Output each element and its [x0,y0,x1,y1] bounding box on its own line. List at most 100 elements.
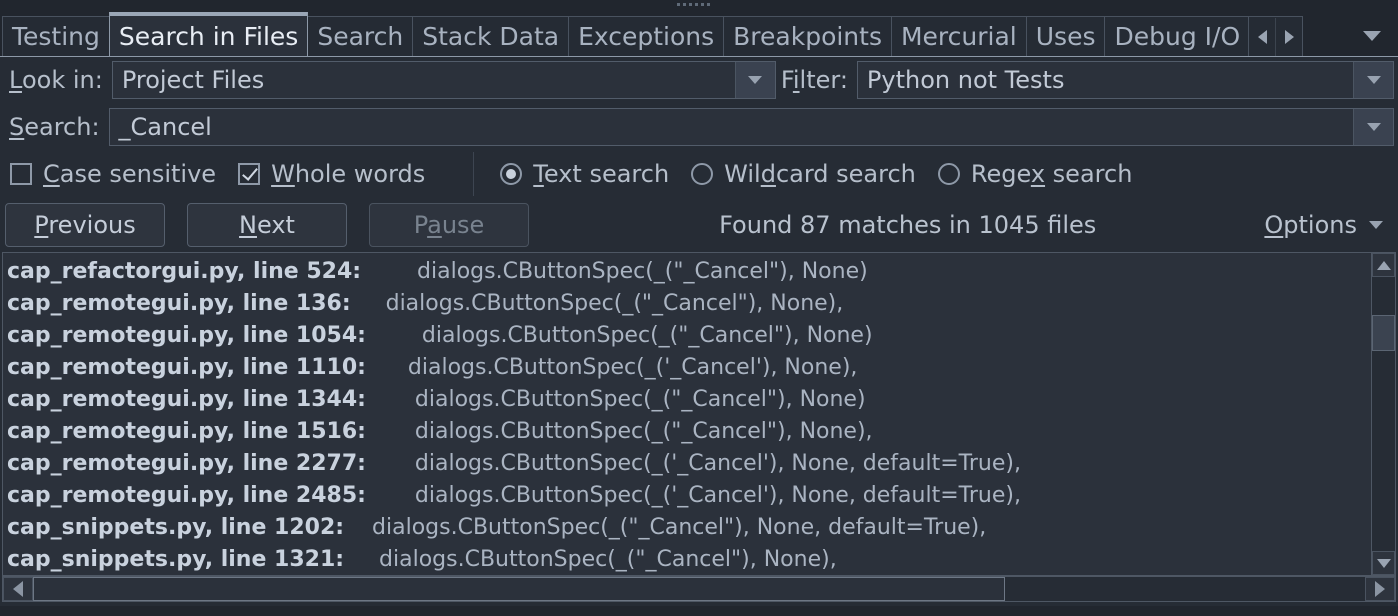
search-history-dropdown-button[interactable] [1353,108,1393,145]
scroll-down-button[interactable] [1372,551,1395,575]
tab-label: Debug I/O [1114,22,1241,51]
vertical-scroll-thumb[interactable] [1372,315,1395,351]
radio-text-search[interactable]: Text search [500,160,669,188]
mnemonic: W [271,160,295,188]
filter-label: Filter: [776,66,857,94]
drag-grip-icon[interactable] [677,3,721,8]
result-row[interactable]: cap_remotegui.py, line 1344: dialogs.CBu… [3,383,1371,415]
tab-scroll-left-button[interactable] [1249,18,1275,56]
result-code: dialogs.CButtonSpec(_("_Cancel"), None), [344,546,837,572]
result-row[interactable]: cap_snippets.py, line 1321: dialogs.CBut… [3,543,1371,575]
tab-label: Exceptions [578,22,715,51]
checkbox-icon [10,163,32,185]
button-label: Pause [414,211,485,239]
result-code: dialogs.CButtonSpec(_("_Cancel"), None) [361,258,868,284]
search-combobox[interactable]: _Cancel [108,107,1394,146]
filter-dropdown-button[interactable] [1353,62,1393,98]
mnemonic: a [427,211,442,239]
tab-list-menu-button[interactable] [1346,16,1398,56]
tab-breakpoints[interactable]: Breakpoints [723,16,892,56]
vertical-scroll-track[interactable] [1372,277,1395,551]
triangle-left-icon [13,581,23,597]
mnemonic: P [34,211,49,239]
mnemonic: d [760,160,776,188]
search-label: Search: [4,113,109,141]
mnemonic: C [43,160,60,188]
tab-label: Breakpoints [733,22,882,51]
tab-uses[interactable]: Uses [1025,16,1106,56]
tab-label: Search in Files [118,21,299,51]
scroll-left-button[interactable] [3,577,33,601]
radio-regex-search[interactable]: Regex search [937,160,1133,188]
filter-combobox[interactable]: Python not Tests [856,61,1394,99]
mnemonic: N [239,211,257,239]
look-in-dropdown-button[interactable] [734,62,775,98]
results-horizontal-scrollbar[interactable] [2,576,1396,602]
label-text: card search [775,160,916,188]
options-label: Options [1264,211,1357,239]
search-input[interactable]: _Cancel [110,113,1353,141]
results-area: cap_refactorgui.py, line 524: dialogs.CB… [2,252,1396,576]
result-file: cap_remotegui.py, line 2485: [7,482,366,508]
radio-wildcard-search[interactable]: Wildcard search [691,160,916,188]
tab-debug-io[interactable]: Debug I/O [1104,16,1251,56]
checkbox-group: Case sensitive Whole words [4,152,475,196]
radio-label: Regex search [971,160,1133,188]
result-row[interactable]: cap_remotegui.py, line 136: dialogs.CBut… [3,287,1371,319]
label-text: use [441,211,485,239]
tab-label: Testing [12,22,100,51]
tab-mercurial[interactable]: Mercurial [890,16,1027,56]
previous-button[interactable]: Previous [5,203,165,247]
result-code: dialogs.CButtonSpec(_('_Cancel'), None, … [365,450,1021,476]
chevron-down-icon [748,76,763,84]
label-text: F [780,66,793,94]
scroll-right-button[interactable] [1365,577,1395,601]
result-row[interactable]: cap_refactorgui.py, line 524: dialogs.CB… [3,255,1371,287]
tab-search-in-files[interactable]: Search in Files [108,12,309,56]
tab-testing[interactable]: Testing [2,16,110,56]
scroll-up-button[interactable] [1372,253,1395,277]
tab-scroll-controls [1248,16,1304,56]
result-row[interactable]: cap_remotegui.py, line 1054: dialogs.CBu… [3,319,1371,351]
result-file: cap_remotegui.py, line 136: [7,290,351,316]
tab-scroll-right-button[interactable] [1276,18,1302,56]
whole-words-checkbox[interactable]: Whole words [238,160,425,188]
result-file: cap_snippets.py, line 1202: [7,514,345,540]
look-in-value: Project Files [121,66,265,94]
result-code: dialogs.CButtonSpec(_("_Cancel"), None), [350,290,844,316]
horizontal-scroll-track[interactable] [33,577,1365,601]
result-file: cap_remotegui.py, line 1516: [7,418,366,444]
action-button-row: Previous Next Pause Found 87 matches in … [0,198,1398,252]
label-text: ase sensitive [59,160,217,188]
next-button[interactable]: Next [187,203,347,247]
result-row[interactable]: cap_remotegui.py, line 2277: dialogs.CBu… [3,447,1371,479]
horizontal-scroll-thumb[interactable] [33,577,1006,601]
search-status-text: Found 87 matches in 1045 files [719,211,1097,239]
label-text: earch: [24,112,100,141]
results-vertical-scrollbar[interactable] [1371,253,1395,575]
results-list[interactable]: cap_refactorgui.py, line 524: dialogs.CB… [3,253,1371,575]
search-row: Search: _Cancel [0,103,1398,150]
search-in-files-panel: Testing Search in Files Search Stack Dat… [0,0,1398,616]
checkbox-label: Whole words [271,160,425,188]
result-row[interactable]: cap_remotegui.py, line 1110: dialogs.CBu… [3,351,1371,383]
tab-label: Mercurial [900,22,1017,51]
chevron-down-icon [1363,31,1381,41]
tab-label: Search [317,22,404,51]
result-code: dialogs.CButtonSpec(_("_Cancel"), None) [365,386,866,412]
tab-stack-data[interactable]: Stack Data [412,16,570,56]
label-text: search [1045,160,1133,188]
look-in-combobox[interactable]: Project Files [111,61,776,99]
result-row[interactable]: cap_snippets.py, line 1202: dialogs.CBut… [3,511,1371,543]
triangle-down-icon [1376,558,1391,568]
result-row[interactable]: cap_remotegui.py, line 1516: dialogs.CBu… [3,415,1371,447]
tab-search[interactable]: Search [307,16,414,56]
options-button[interactable]: Options [1264,211,1393,239]
case-sensitive-checkbox[interactable]: Case sensitive [10,160,216,188]
pause-button[interactable]: Pause [369,203,529,247]
label-text: hole words [294,160,426,188]
result-row[interactable]: cap_remotegui.py, line 2485: dialogs.CBu… [3,479,1371,511]
result-code: dialogs.CButtonSpec(_("_Cancel"), None), [365,418,873,444]
tab-exceptions[interactable]: Exceptions [568,16,725,56]
checkbox-label: Case sensitive [43,160,216,188]
